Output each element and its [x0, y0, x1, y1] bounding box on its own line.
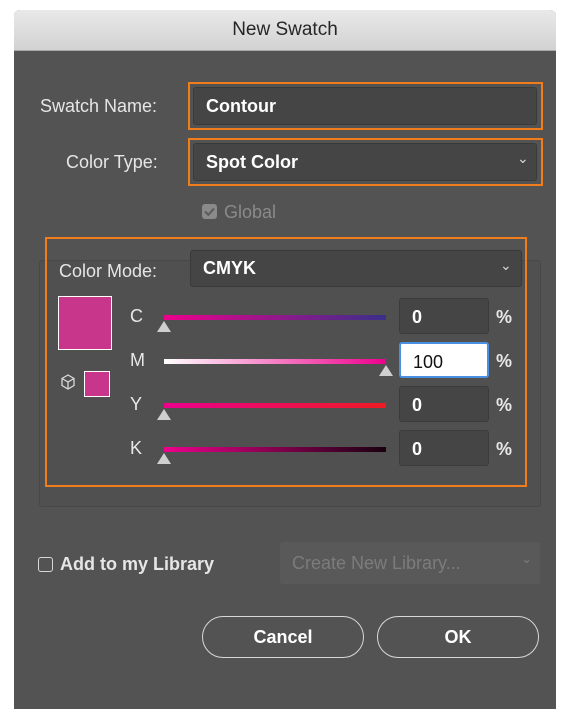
dialog-title: New Swatch [232, 19, 338, 40]
title-bar[interactable]: New Swatch [14, 10, 556, 51]
new-swatch-dialog: New Swatch Swatch Name: Contour Color Ty… [14, 10, 556, 709]
global-label: Global [224, 202, 277, 222]
library-dropdown-value: Create New Library... [292, 553, 461, 573]
color-mode-highlight [45, 237, 527, 487]
chevron-down-icon: ⌄ [521, 551, 532, 566]
add-to-library-label: Add to my Library [60, 554, 215, 574]
cancel-button[interactable]: Cancel [202, 616, 364, 658]
add-to-library-checkbox[interactable] [38, 557, 53, 572]
color-type-highlight [188, 138, 543, 186]
global-checkbox[interactable] [202, 204, 217, 219]
swatch-name-label: Swatch Name: [40, 96, 158, 116]
library-dropdown[interactable]: Create New Library... ⌄ [280, 542, 540, 584]
swatch-name-highlight [188, 82, 543, 130]
color-type-label: Color Type: [66, 152, 158, 172]
ok-button[interactable]: OK [377, 616, 539, 658]
checkbox-checked-icon [204, 207, 215, 217]
